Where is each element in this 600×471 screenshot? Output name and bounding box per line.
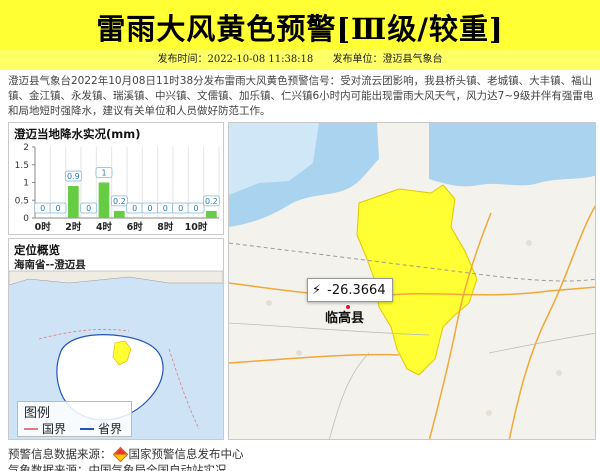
- bar-value-label: 0.2: [113, 197, 126, 206]
- map-legend: 图例 国界 省界: [17, 401, 132, 437]
- bar-value-label: 1: [101, 169, 106, 178]
- bar-value-label: 0: [178, 204, 183, 213]
- rainfall-chart: 0 0.5 1 1.5 2 0 0 0.9 0 1 0.2 0 0 0 0 0 0.2 0时 2时 4时 6时 8时 10时: [15, 143, 220, 233]
- rainfall-panel: 澄迈当地降水实况(mm) 0 0.5 1 1.5 2 0 0 0.9 0 1 0.2 0 0 0 0 0 0.2…: [8, 122, 224, 235]
- national-border-line-icon: [24, 427, 38, 430]
- legend-item-national-border: 国界: [24, 420, 66, 437]
- source-prefix: 预警信息数据来源：: [8, 447, 112, 461]
- rain-bar: [205, 210, 217, 218]
- legend-item-label: 省界: [98, 422, 123, 436]
- warning-header: 雷雨大风黄色预警[Ⅲ级/较重] 发布时间：2022-10-08 11:38:18…: [0, 0, 600, 70]
- y-tick-label: 0: [23, 214, 29, 224]
- y-tick-label: 0.5: [15, 196, 29, 206]
- publish-info-bar: 发布时间：2022-10-08 11:38:18 发布单位：澄迈县气象台: [0, 50, 600, 70]
- x-tick-label: 6时: [127, 221, 144, 233]
- publish-time: 发布时间：2022-10-08 11:38:18: [157, 54, 314, 65]
- release-center-logo-icon: [112, 446, 128, 462]
- bar-value-label: 0: [163, 204, 168, 213]
- rain-bar: [67, 186, 79, 218]
- bar-value-label: 0: [132, 204, 137, 213]
- source-name: 国家预警信息发布中心: [128, 447, 244, 461]
- weather-source-line: 气象数据来源：中国气象局全国自动站实况: [8, 463, 227, 471]
- warning-map-canvas[interactable]: [229, 123, 596, 440]
- y-tick-label: 1: [23, 179, 29, 189]
- x-tick-label: 8时: [157, 221, 174, 233]
- data-source-line: 预警信息数据来源： 国家预警信息发布中心: [8, 446, 244, 462]
- warning-flag-icon: ⚡: [312, 282, 322, 298]
- bar-value-label: 0: [55, 204, 60, 213]
- bar-value-label: 0.2: [205, 197, 218, 206]
- map-value-label: ⚡ -26.3664: [307, 278, 393, 302]
- bar-value-label: 0: [147, 204, 152, 213]
- y-tick-label: 1.5: [15, 161, 29, 171]
- map-value-text: -26.3664: [327, 282, 386, 298]
- city-name-label: 临高县: [325, 311, 365, 326]
- x-tick-label: 4时: [96, 221, 113, 233]
- rain-bar: [113, 210, 125, 218]
- warning-description: 澄迈县气象台2022年10月08日11时38分发布雷雨大风黄色预警信号：受对流云…: [8, 75, 594, 117]
- publisher: 发布单位：澄迈县气象台: [332, 54, 443, 65]
- legend-title: 图例: [24, 406, 51, 421]
- bar-value-label: 0: [193, 204, 198, 213]
- legend-item-provincial-border: 省界: [80, 420, 122, 437]
- rain-bar: [98, 182, 110, 218]
- bar-value-label: 0.9: [67, 172, 80, 181]
- location-overview-panel: 定位概览 海南省--澄迈县 图例 国界 省界: [8, 238, 224, 440]
- y-tick-label: 2: [23, 143, 29, 153]
- legend-item-label: 国界: [42, 422, 67, 436]
- x-tick-label: 0时: [35, 221, 52, 233]
- warning-title: 雷雨大风黄色预警[Ⅲ级/较重]: [96, 12, 504, 46]
- provincial-border-line-icon: [80, 427, 94, 430]
- bar-value-label: 0: [86, 204, 91, 213]
- warning-map[interactable]: ⚡ -26.3664 临高县: [228, 122, 596, 440]
- x-tick-label: 10时: [185, 221, 208, 233]
- bar-value-label: 0: [40, 204, 45, 213]
- x-tick-label: 2时: [65, 221, 82, 233]
